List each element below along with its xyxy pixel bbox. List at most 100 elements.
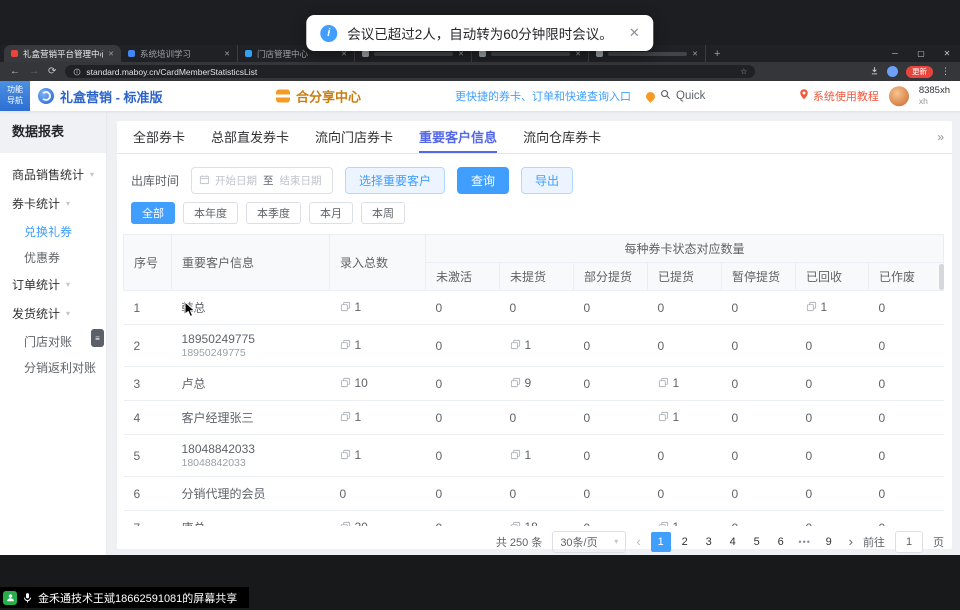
count-detail-icon[interactable] xyxy=(340,521,351,526)
count-detail-icon[interactable] xyxy=(340,301,351,312)
tab-favicon-icon xyxy=(11,50,18,57)
count-detail-icon[interactable] xyxy=(658,521,669,526)
sidebar-collapse-handle[interactable]: ≡ xyxy=(91,329,104,347)
count-detail-icon[interactable] xyxy=(510,521,521,526)
count-detail-icon[interactable] xyxy=(658,411,669,422)
goto-page-input[interactable] xyxy=(895,531,923,553)
content-tab-0[interactable]: 全部券卡 xyxy=(133,121,185,153)
cell-status-5: 0 xyxy=(796,401,869,435)
quick-range-3[interactable]: 本月 xyxy=(309,202,353,224)
refresh-icon[interactable]: ⟳ xyxy=(48,67,56,77)
back-icon[interactable]: ← xyxy=(10,67,20,77)
download-icon[interactable] xyxy=(870,66,879,77)
sharer-person-icon xyxy=(3,591,17,605)
content-tab-2[interactable]: 流向门店券卡 xyxy=(315,121,393,153)
page-button-1[interactable]: 1 xyxy=(651,532,671,552)
sidebar-item-7[interactable]: 分销返利对账 xyxy=(0,354,106,380)
sidebar-item-5[interactable]: 发货统计▾ xyxy=(0,299,106,328)
tab-title xyxy=(491,52,570,56)
count-detail-icon[interactable] xyxy=(340,449,351,460)
system-tutorial-link[interactable]: 系统使用教程 xyxy=(799,88,879,104)
page-size-select[interactable]: 30条/页 ▾ xyxy=(552,531,626,553)
page-button-9[interactable]: 9 xyxy=(819,532,839,552)
user-avatar[interactable] xyxy=(889,86,909,106)
share-center-link[interactable]: 合分享中心 xyxy=(276,87,361,106)
cell-value: 1 xyxy=(340,338,362,352)
quick-search[interactable]: Quick xyxy=(646,87,705,105)
site-info-icon[interactable] xyxy=(73,63,81,81)
cell-status-4: 0 xyxy=(722,291,796,325)
cell-customer: 分销代理的会员 xyxy=(172,477,330,511)
forward-icon[interactable]: → xyxy=(29,67,39,77)
prev-page-button[interactable]: ‹ xyxy=(636,534,640,549)
brand[interactable]: 礼盒营销 - 标准版 xyxy=(38,87,163,106)
table-scrollbar[interactable] xyxy=(939,264,944,290)
next-page-button[interactable]: › xyxy=(849,534,853,549)
content-tab-3[interactable]: 重要客户信息 xyxy=(419,121,497,153)
page-button-2[interactable]: 2 xyxy=(675,532,695,552)
sidebar-item-3[interactable]: 优惠券 xyxy=(0,244,106,270)
new-tab-button[interactable]: + xyxy=(714,48,720,60)
browser-update-badge[interactable]: 更新 xyxy=(906,66,933,78)
search-button[interactable]: 查询 xyxy=(457,167,509,194)
page-button-6[interactable]: 6 xyxy=(771,532,791,552)
tab-close-icon[interactable]: ✕ xyxy=(692,50,698,58)
page-button-5[interactable]: 5 xyxy=(747,532,767,552)
microphone-icon[interactable] xyxy=(23,592,32,604)
count-detail-icon[interactable] xyxy=(806,301,817,312)
cell-status-3: 1 xyxy=(648,401,722,435)
tab-close-icon[interactable]: ✕ xyxy=(224,50,230,58)
browser-menu-icon[interactable]: ⋮ xyxy=(941,67,950,76)
sidebar-item-2[interactable]: 兑换礼券 xyxy=(0,218,106,244)
quick-range-2[interactable]: 本季度 xyxy=(246,202,301,224)
window-maximize-button[interactable]: ▢ xyxy=(908,45,934,62)
user-name-block[interactable]: 8385xh xh xyxy=(919,85,950,107)
count-number: 1 xyxy=(355,338,362,352)
quick-entry-promo-link[interactable]: 更快捷的券卡、订单和快递查询入口 xyxy=(455,88,631,104)
count-detail-icon[interactable] xyxy=(340,339,351,350)
quick-range-4[interactable]: 本周 xyxy=(361,202,405,224)
page-button-4[interactable]: 4 xyxy=(723,532,743,552)
count-detail-icon[interactable] xyxy=(510,377,521,388)
address-bar[interactable]: standard.maboy.cn/CardMemberStatisticsLi… xyxy=(65,65,755,78)
quick-range-0[interactable]: 全部 xyxy=(131,202,175,224)
content-tab-1[interactable]: 总部直发券卡 xyxy=(211,121,289,153)
count-detail-icon[interactable] xyxy=(340,411,351,422)
sidebar-item-label: 订单统计 xyxy=(12,276,60,293)
window-minimize-button[interactable]: ─ xyxy=(882,45,908,62)
tab-close-icon[interactable]: ✕ xyxy=(108,50,114,58)
page-button-3[interactable]: 3 xyxy=(699,532,719,552)
cell-status-4: 0 xyxy=(722,477,796,511)
select-customer-button[interactable]: 选择重要客户 xyxy=(345,167,445,194)
content-tab-4[interactable]: 流向仓库券卡 xyxy=(523,121,601,153)
sidebar-item-0[interactable]: 商品销售统计▾ xyxy=(0,160,106,189)
page-button-•••[interactable]: ••• xyxy=(795,532,815,552)
expand-chevrons-icon[interactable]: » xyxy=(937,130,944,144)
count-detail-icon[interactable] xyxy=(510,339,521,350)
col-status-0: 未激活 xyxy=(426,263,500,291)
cell-seq: 6 xyxy=(124,477,172,511)
toast-close-icon[interactable]: ✕ xyxy=(629,25,640,41)
customer-name: 18950249775 xyxy=(182,332,320,346)
count-detail-icon[interactable] xyxy=(340,377,351,388)
window-close-button[interactable]: ✕ xyxy=(934,45,960,62)
sidebar-item-1[interactable]: 券卡统计▾ xyxy=(0,189,106,218)
export-button[interactable]: 导出 xyxy=(521,167,573,194)
count-detail-icon[interactable] xyxy=(658,377,669,388)
user-subname: xh xyxy=(919,97,950,107)
gift-icon xyxy=(276,90,290,103)
cell-status-1: 1 xyxy=(500,435,574,477)
sidebar-item-4[interactable]: 订单统计▾ xyxy=(0,270,106,299)
table-row-7: 7唐总2001801000 xyxy=(124,511,944,527)
cell-status-0: 0 xyxy=(426,435,500,477)
quick-range-1[interactable]: 本年度 xyxy=(183,202,238,224)
browser-tab-0[interactable]: 礼盒营销平台管理中心✕ xyxy=(4,45,121,62)
date-range-picker[interactable]: 开始日期 至 结束日期 xyxy=(191,167,333,194)
quick-range-pills: 全部本年度本季度本月本周 xyxy=(117,199,952,234)
count-number: 10 xyxy=(355,376,368,390)
count-detail-icon[interactable] xyxy=(510,449,521,460)
browser-profile-avatar[interactable] xyxy=(887,66,898,77)
bookmark-star-icon[interactable]: ☆ xyxy=(740,67,747,76)
browser-tab-1[interactable]: 系统培训学习✕ xyxy=(121,45,238,62)
function-nav-toggle[interactable]: 功能 导航 xyxy=(0,81,30,111)
